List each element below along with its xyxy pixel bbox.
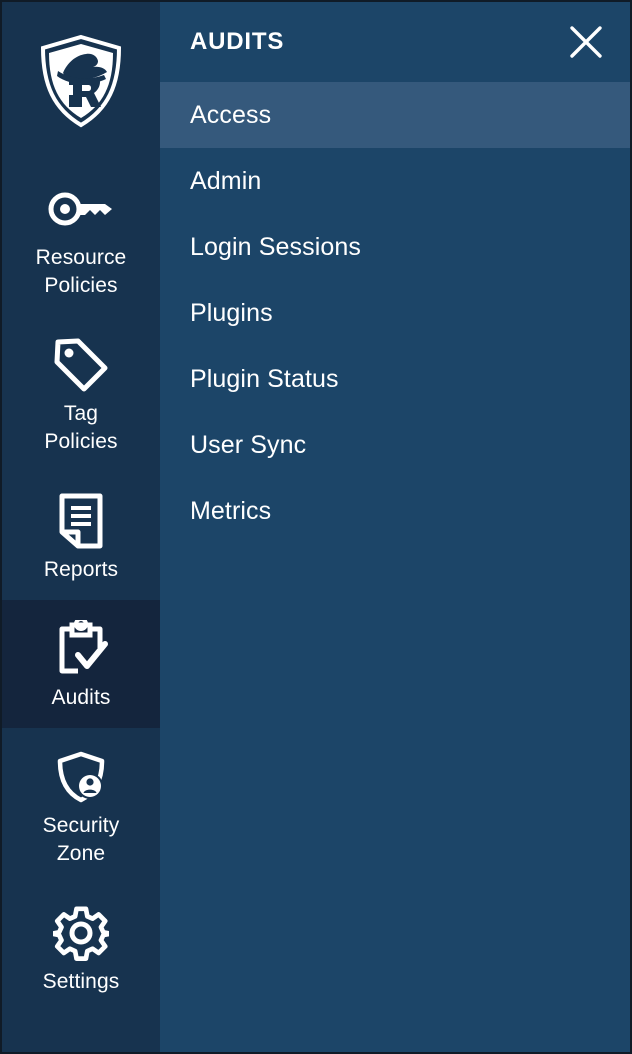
menu-item-admin[interactable]: Admin bbox=[160, 148, 630, 214]
panel-header: AUDITS bbox=[160, 2, 630, 82]
close-button[interactable] bbox=[564, 20, 608, 64]
clipboard-check-icon bbox=[52, 618, 110, 680]
menu-item-access[interactable]: Access bbox=[160, 82, 630, 148]
menu-item-plugins[interactable]: Plugins bbox=[160, 280, 630, 346]
close-icon bbox=[569, 25, 603, 59]
sidebar-item-label: Security Zone bbox=[43, 812, 120, 868]
app-window: Resource Policies Tag Policies bbox=[0, 0, 632, 1054]
app-logo[interactable] bbox=[2, 2, 160, 160]
sidebar-item-audits[interactable]: Audits bbox=[2, 600, 160, 728]
audits-flyout-panel: AUDITS Access Admin Login Sessions Plugi… bbox=[160, 2, 630, 1052]
sidebar-items: Resource Policies Tag Policies bbox=[2, 160, 160, 1012]
page-title: AUDITS bbox=[190, 28, 284, 56]
gear-icon bbox=[53, 902, 109, 964]
sidebar-rail: Resource Policies Tag Policies bbox=[2, 2, 160, 1052]
sidebar-item-settings[interactable]: Settings bbox=[2, 884, 160, 1012]
ranger-shield-logo-icon bbox=[36, 33, 126, 129]
menu-item-metrics[interactable]: Metrics bbox=[160, 478, 630, 544]
document-icon bbox=[58, 490, 104, 552]
sidebar-item-label: Resource Policies bbox=[36, 244, 127, 300]
sidebar-item-reports[interactable]: Reports bbox=[2, 472, 160, 600]
sidebar-item-label: Audits bbox=[52, 684, 111, 712]
key-icon bbox=[48, 178, 114, 240]
tag-icon bbox=[52, 334, 110, 396]
sidebar-item-tag-policies[interactable]: Tag Policies bbox=[2, 316, 160, 472]
menu-item-user-sync[interactable]: User Sync bbox=[160, 412, 630, 478]
sidebar-item-label: Reports bbox=[44, 556, 118, 584]
menu-item-plugin-status[interactable]: Plugin Status bbox=[160, 346, 630, 412]
menu-item-login-sessions[interactable]: Login Sessions bbox=[160, 214, 630, 280]
shield-user-icon bbox=[54, 746, 108, 808]
audits-menu-list: Access Admin Login Sessions Plugins Plug… bbox=[160, 82, 630, 544]
sidebar-item-label: Tag Policies bbox=[44, 400, 117, 456]
sidebar-item-resource-policies[interactable]: Resource Policies bbox=[2, 160, 160, 316]
sidebar-item-label: Settings bbox=[43, 968, 120, 996]
sidebar-item-security-zone[interactable]: Security Zone bbox=[2, 728, 160, 884]
